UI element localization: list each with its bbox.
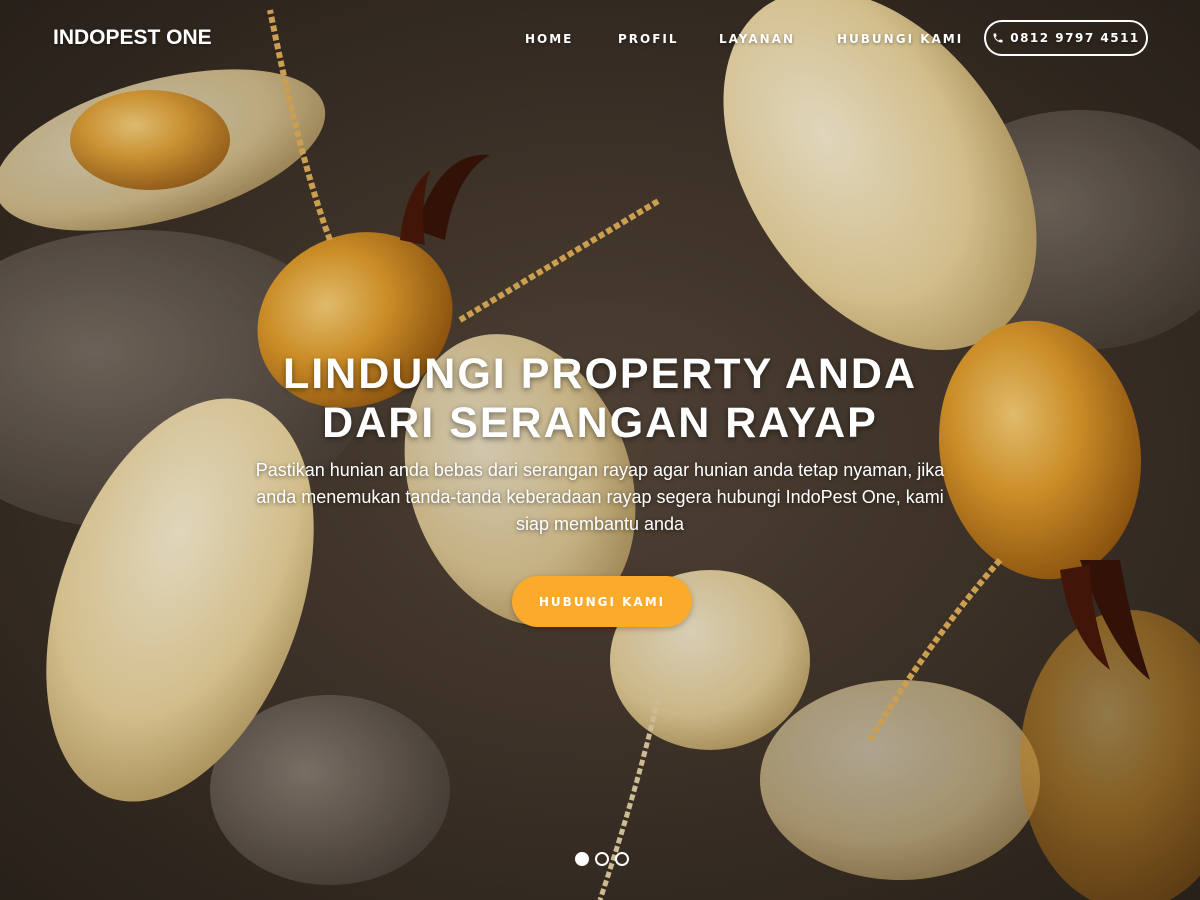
hubungi-kami-button[interactable]: HUBUNGI KAMI (512, 576, 692, 627)
hero-title-line-2: DARI SERANGAN RAYAP (322, 399, 878, 447)
nav-link-layanan[interactable]: LAYANAN (719, 32, 795, 46)
navbar: INDOPEST ONE HOME PROFIL LAYANAN HUBUNGI… (0, 0, 1200, 80)
hero-section: INDOPEST ONE HOME PROFIL LAYANAN HUBUNGI… (0, 0, 1200, 900)
phone-number: 0812 9797 4511 (1010, 31, 1140, 45)
nav-link-hubungi-kami[interactable]: HUBUNGI KAMI (837, 32, 963, 46)
nav-link-home[interactable]: HOME (525, 32, 573, 46)
slider-dot-3[interactable] (615, 852, 629, 866)
phone-button[interactable]: 0812 9797 4511 (984, 20, 1148, 56)
hero-title: LINDUNGI PROPERTY ANDA DARI SERANGAN RAY… (200, 350, 1000, 448)
hero-description: Pastikan hunian anda bebas dari serangan… (255, 460, 945, 534)
nav-link-profil[interactable]: PROFIL (618, 32, 679, 46)
hero-title-line-1: LINDUNGI PROPERTY ANDA (282, 350, 918, 398)
phone-icon (993, 33, 1003, 43)
slider-dot-2[interactable] (595, 852, 609, 866)
slider-dot-1[interactable] (575, 852, 589, 866)
hero-dark-overlay (0, 0, 1200, 900)
slider-dots (575, 852, 635, 866)
